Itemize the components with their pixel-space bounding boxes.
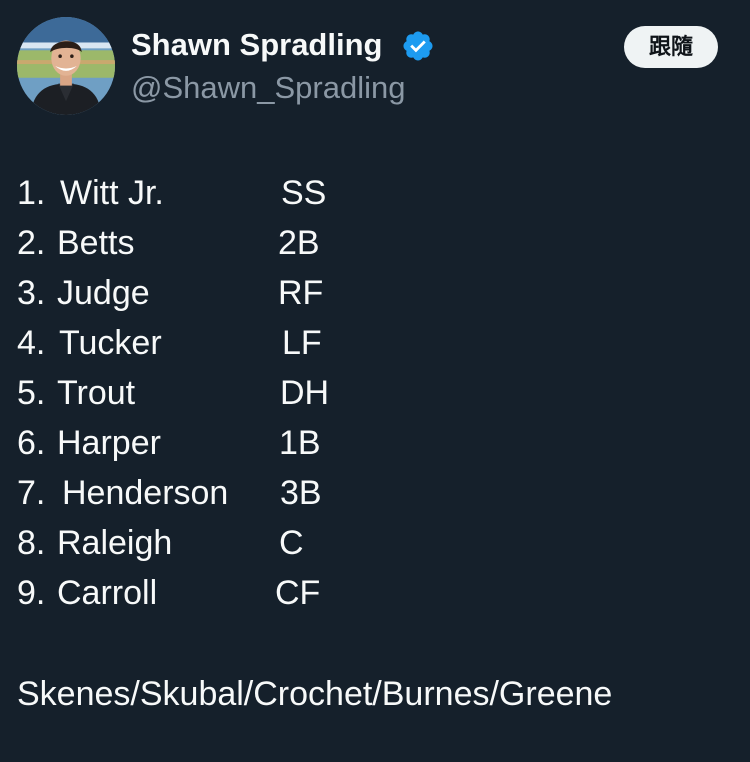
player-position: C bbox=[279, 524, 304, 562]
lineup-number: 1. bbox=[17, 174, 46, 212]
lineup-row: 7. Henderson 3B bbox=[17, 471, 417, 515]
lineup-row: 4. Tucker LF bbox=[17, 321, 417, 365]
lineup-row: 3. Judge RF bbox=[17, 271, 417, 315]
player-position: LF bbox=[282, 324, 322, 362]
pitchers-text: Skenes/Skubal/Crochet/Burnes/Greene bbox=[17, 675, 613, 713]
player-position: RF bbox=[278, 274, 324, 312]
lineup-row: 8. Raleigh C bbox=[17, 521, 417, 565]
lineup-list: 1. Witt Jr. SS 2. Betts 2B 3. Judge RF 4… bbox=[17, 0, 417, 762]
lineup-number: 8. bbox=[17, 524, 46, 562]
player-position: DH bbox=[280, 374, 330, 412]
player-name: Judge bbox=[57, 274, 150, 312]
player-position: 3B bbox=[280, 474, 322, 512]
player-position: 1B bbox=[279, 424, 321, 462]
player-name: Betts bbox=[57, 224, 135, 262]
lineup-row: 2. Betts 2B bbox=[17, 221, 417, 265]
player-name: Raleigh bbox=[57, 524, 173, 562]
lineup-number: 9. bbox=[17, 574, 46, 612]
lineup-number: 6. bbox=[17, 424, 46, 462]
player-position: SS bbox=[281, 174, 327, 212]
player-name: Trout bbox=[57, 374, 136, 412]
lineup-number: 2. bbox=[17, 224, 46, 262]
lineup-row: 9. Carroll CF bbox=[17, 571, 417, 615]
lineup-number: 7. bbox=[17, 474, 46, 512]
lineup-row: 5. Trout DH bbox=[17, 371, 417, 415]
player-name: Witt Jr. bbox=[60, 174, 164, 212]
player-name: Tucker bbox=[59, 324, 162, 362]
player-position: CF bbox=[275, 574, 321, 612]
lineup-number: 3. bbox=[17, 274, 46, 312]
player-name: Henderson bbox=[62, 474, 229, 512]
player-position: 2B bbox=[278, 224, 320, 262]
lineup-number: 4. bbox=[17, 324, 46, 362]
lineup-row: 1. Witt Jr. SS bbox=[17, 171, 417, 215]
follow-button[interactable]: 跟隨 bbox=[624, 26, 718, 68]
lineup-row: 6. Harper 1B bbox=[17, 421, 417, 465]
lineup-number: 5. bbox=[17, 374, 46, 412]
player-name: Harper bbox=[57, 424, 161, 462]
player-name: Carroll bbox=[57, 574, 158, 612]
